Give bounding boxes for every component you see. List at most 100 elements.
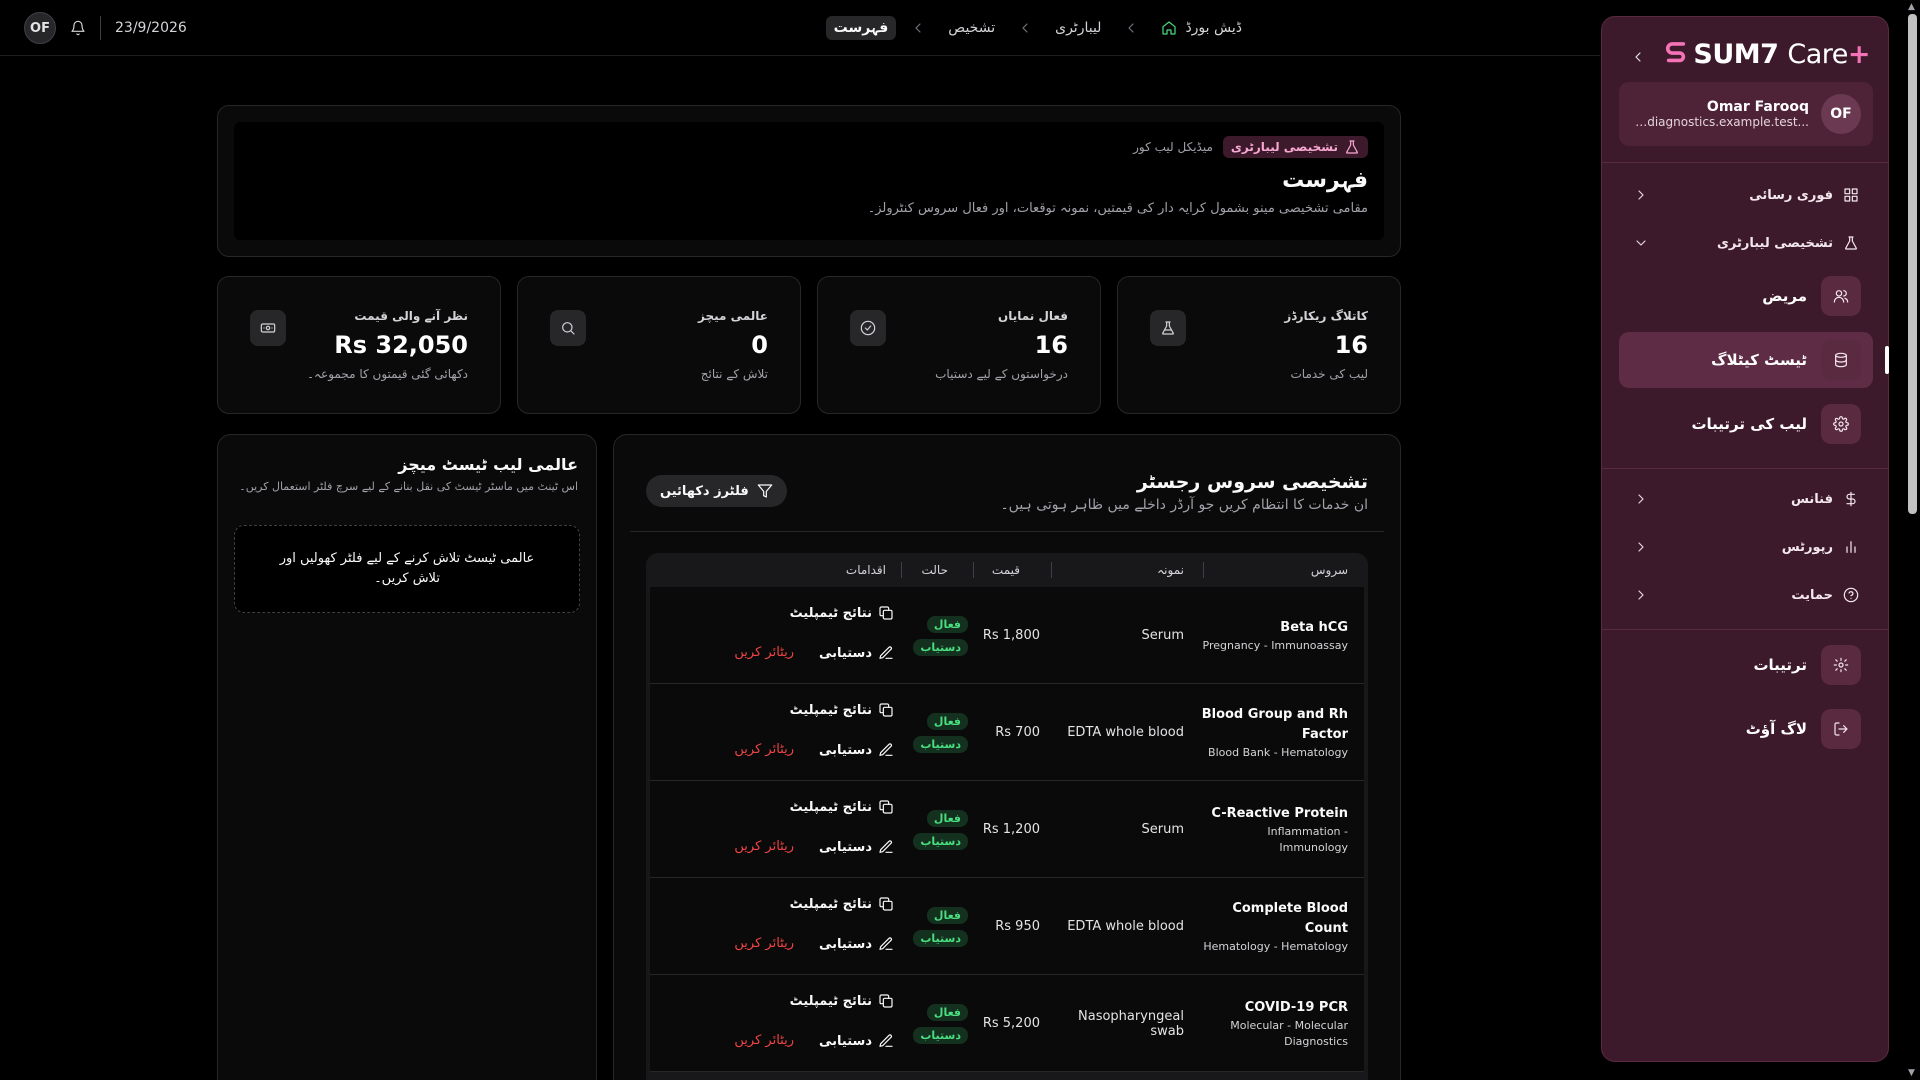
show-filters-button[interactable]: فلٹرز دکھائیں xyxy=(646,475,787,507)
service-cell: Beta hCG Pregnancy - Immunoassay xyxy=(1198,587,1348,684)
copy-icon xyxy=(878,702,894,718)
column-header-status: حالت xyxy=(921,563,948,577)
breadcrumb-catalog: فہرست xyxy=(825,16,897,40)
action-label: نتائج ٹیمپلیٹ xyxy=(789,605,872,621)
stat-value: 16 xyxy=(1034,331,1068,359)
user-card[interactable]: OF Omar Farooq ...arpath-diagnostics.exa… xyxy=(1619,82,1873,146)
breadcrumb-label: فہرست xyxy=(833,20,889,36)
availability-button[interactable]: دستیابی xyxy=(819,742,894,758)
results-template-button[interactable]: نتائج ٹیمپلیٹ xyxy=(790,896,894,912)
service-cell: COVID-19 PCR Molecular - Molecular Diagn… xyxy=(1198,975,1348,1072)
users-icon xyxy=(1821,276,1861,316)
results-template-button[interactable]: نتائج ٹیمپلیٹ xyxy=(790,702,894,718)
results-template-button[interactable]: نتائج ٹیمپلیٹ xyxy=(790,993,894,1009)
sample-cell: Nasopharyngeal swab xyxy=(1078,1008,1184,1039)
copy-icon xyxy=(878,896,894,912)
sidebar-item-settings[interactable]: ترتیبات xyxy=(1619,637,1873,693)
service-category: Pregnancy - Immunoassay xyxy=(1202,638,1348,652)
nav-group-support[interactable]: حمایت xyxy=(1619,575,1873,615)
results-template-button[interactable]: نتائج ٹیمپلیٹ xyxy=(790,605,894,621)
sidebar-item-logout[interactable]: لاگ آؤٹ xyxy=(1619,701,1873,757)
status-badge-available: دستیاب xyxy=(913,832,968,850)
sample-cell: EDTA whole blood xyxy=(1067,725,1184,740)
action-label: دستیابی xyxy=(819,839,872,855)
nav-group-label: فوری رسائی xyxy=(1749,187,1833,203)
bell-icon[interactable] xyxy=(70,20,86,36)
availability-button[interactable]: دستیابی xyxy=(819,839,894,855)
logo: SUM7 Care+ xyxy=(1665,35,1871,73)
sidebar-item-label: لیب کی ترتیبات xyxy=(1691,415,1807,433)
actions-cell: نتائج ٹیمپلیٹ دستیابی ریٹائر کریں xyxy=(694,587,894,684)
stat-card-active: فعال نمایاں 16 درخواستوں کے لیے دستیاب xyxy=(817,276,1101,414)
divider xyxy=(1602,162,1888,163)
sidebar-item-patient[interactable]: مریض xyxy=(1619,268,1873,324)
retire-button[interactable]: ریٹائر کریں xyxy=(734,742,794,757)
stat-label: فعال نمایاں xyxy=(997,309,1068,323)
stat-text: فعال نمایاں 16 درخواستوں کے لیے دستیاب xyxy=(935,309,1068,381)
retire-button[interactable]: ریٹائر کریں xyxy=(734,936,794,951)
service-category: Molecular - Molecular Diagnostics xyxy=(1230,1018,1348,1048)
chevron-down-icon xyxy=(1633,235,1649,251)
scroll-up-icon[interactable]: ▲ xyxy=(1908,2,1915,12)
table-row: C-Reactive Protein Inflammation - Immuno… xyxy=(650,781,1364,878)
collapse-sidebar-button[interactable] xyxy=(1630,49,1646,65)
global-matches-description: اس ٹینٹ میں ماسٹر ٹیسٹ کی نقل بنانے کے ل… xyxy=(239,480,578,493)
stat-text: نظر آنے والی قیمت Rs 32,050 دکھائی گئی ق… xyxy=(307,309,468,381)
retire-button[interactable]: ریٹائر کریں xyxy=(734,839,794,854)
actions-cell: نتائج ٹیمپلیٹ دستیابی ریٹائر کریں xyxy=(694,684,894,781)
availability-button[interactable]: دستیابی xyxy=(819,645,894,661)
divider xyxy=(1602,468,1888,469)
retire-button[interactable]: ریٹائر کریں xyxy=(734,645,794,660)
logo-mark-icon xyxy=(1665,40,1687,68)
dollar-icon xyxy=(1843,491,1859,507)
status-badge-active: فعال xyxy=(926,1003,968,1021)
status-badge-active: فعال xyxy=(926,615,968,633)
stat-note: دکھائی گئی قیمتوں کا مجموعہ۔ xyxy=(306,367,468,381)
nav-group-finance[interactable]: فنانس xyxy=(1619,479,1873,519)
header-badges: تشخیصی لیبارٹری میڈیکل لیب کور xyxy=(250,136,1368,158)
stat-note: درخواستوں کے لیے دستیاب xyxy=(935,367,1068,381)
status-cell: فعال دستیاب xyxy=(908,975,968,1072)
scroll-thumb[interactable] xyxy=(1908,14,1917,514)
table-row: Beta hCG Pregnancy - Immunoassay Serum R… xyxy=(650,587,1364,684)
column-header-service: سروس xyxy=(1310,563,1348,577)
availability-button[interactable]: دستیابی xyxy=(819,1033,894,1049)
breadcrumb-dashboard[interactable]: ڈیش بورڈ xyxy=(1153,16,1250,40)
sidebar-item-test-catalog[interactable]: ٹیسٹ کیٹلاگ xyxy=(1619,332,1889,388)
availability-button[interactable]: دستیابی xyxy=(819,936,894,952)
nav-group-quick-access[interactable]: فوری رسائی xyxy=(1619,175,1873,215)
nav-group-reports[interactable]: رپورٹس xyxy=(1619,527,1873,567)
chevron-right-icon xyxy=(1633,539,1649,555)
service-category: Inflammation - Immunology xyxy=(1267,824,1348,854)
chevron-right-icon xyxy=(1633,187,1649,203)
stat-note: لیب کی خدمات xyxy=(1290,367,1368,381)
results-template-button[interactable]: نتائج ٹیمپلیٹ xyxy=(790,799,894,815)
service-name: Beta hCG xyxy=(1280,619,1348,635)
chevron-right-icon xyxy=(1633,587,1649,603)
stat-text: کاتلاگ ریکارڈز 16 لیب کی خدمات xyxy=(1284,309,1368,381)
nav-group-diagnostics-lab[interactable]: تشخیصی لیبارٹری xyxy=(1619,223,1873,263)
logout-icon xyxy=(1821,709,1861,749)
breadcrumb-label: لیبارٹری xyxy=(1055,20,1102,36)
chevron-left-icon xyxy=(910,20,926,36)
breadcrumb-diagnostics[interactable]: تشخیص xyxy=(940,16,1003,40)
service-cell: Blood Group and Rh Factor Blood Bank - H… xyxy=(1198,684,1348,781)
status-badge-available: دستیاب xyxy=(913,1026,968,1044)
retire-button[interactable]: ریٹائر کریں xyxy=(734,1033,794,1048)
actions-cell: نتائج ٹیمپلیٹ دستیابی ریٹائر کریں xyxy=(694,878,894,975)
status-badge-active: فعال xyxy=(926,809,968,827)
service-category: Hematology - Hematology xyxy=(1203,939,1348,953)
divider xyxy=(100,16,101,40)
sidebar-item-lab-settings[interactable]: لیب کی ترتیبات xyxy=(1619,396,1873,452)
global-matches-card: عالمی لیب ٹیسٹ میچز اس ٹینٹ میں ماسٹر ٹی… xyxy=(217,434,597,1080)
page-scrollbar[interactable]: ▲ ▼ xyxy=(1905,0,1920,1080)
stat-card-catalog-records: کاتلاگ ریکارڈز 16 لیب کی خدمات xyxy=(1117,276,1401,414)
scroll-down-icon[interactable]: ▼ xyxy=(1908,1068,1915,1078)
database-icon xyxy=(1821,340,1861,380)
table-body: Beta hCG Pregnancy - Immunoassay Serum R… xyxy=(650,587,1364,1072)
user-avatar[interactable]: OF xyxy=(24,12,56,44)
stat-card-visible-price: نظر آنے والی قیمت Rs 32,050 دکھائی گئی ق… xyxy=(217,276,501,414)
breadcrumb-laboratory[interactable]: لیبارٹری xyxy=(1047,16,1109,40)
user-name: Omar Farooq xyxy=(1706,99,1809,115)
user-info: Omar Farooq ...arpath-diagnostics.exampl… xyxy=(1631,99,1809,129)
